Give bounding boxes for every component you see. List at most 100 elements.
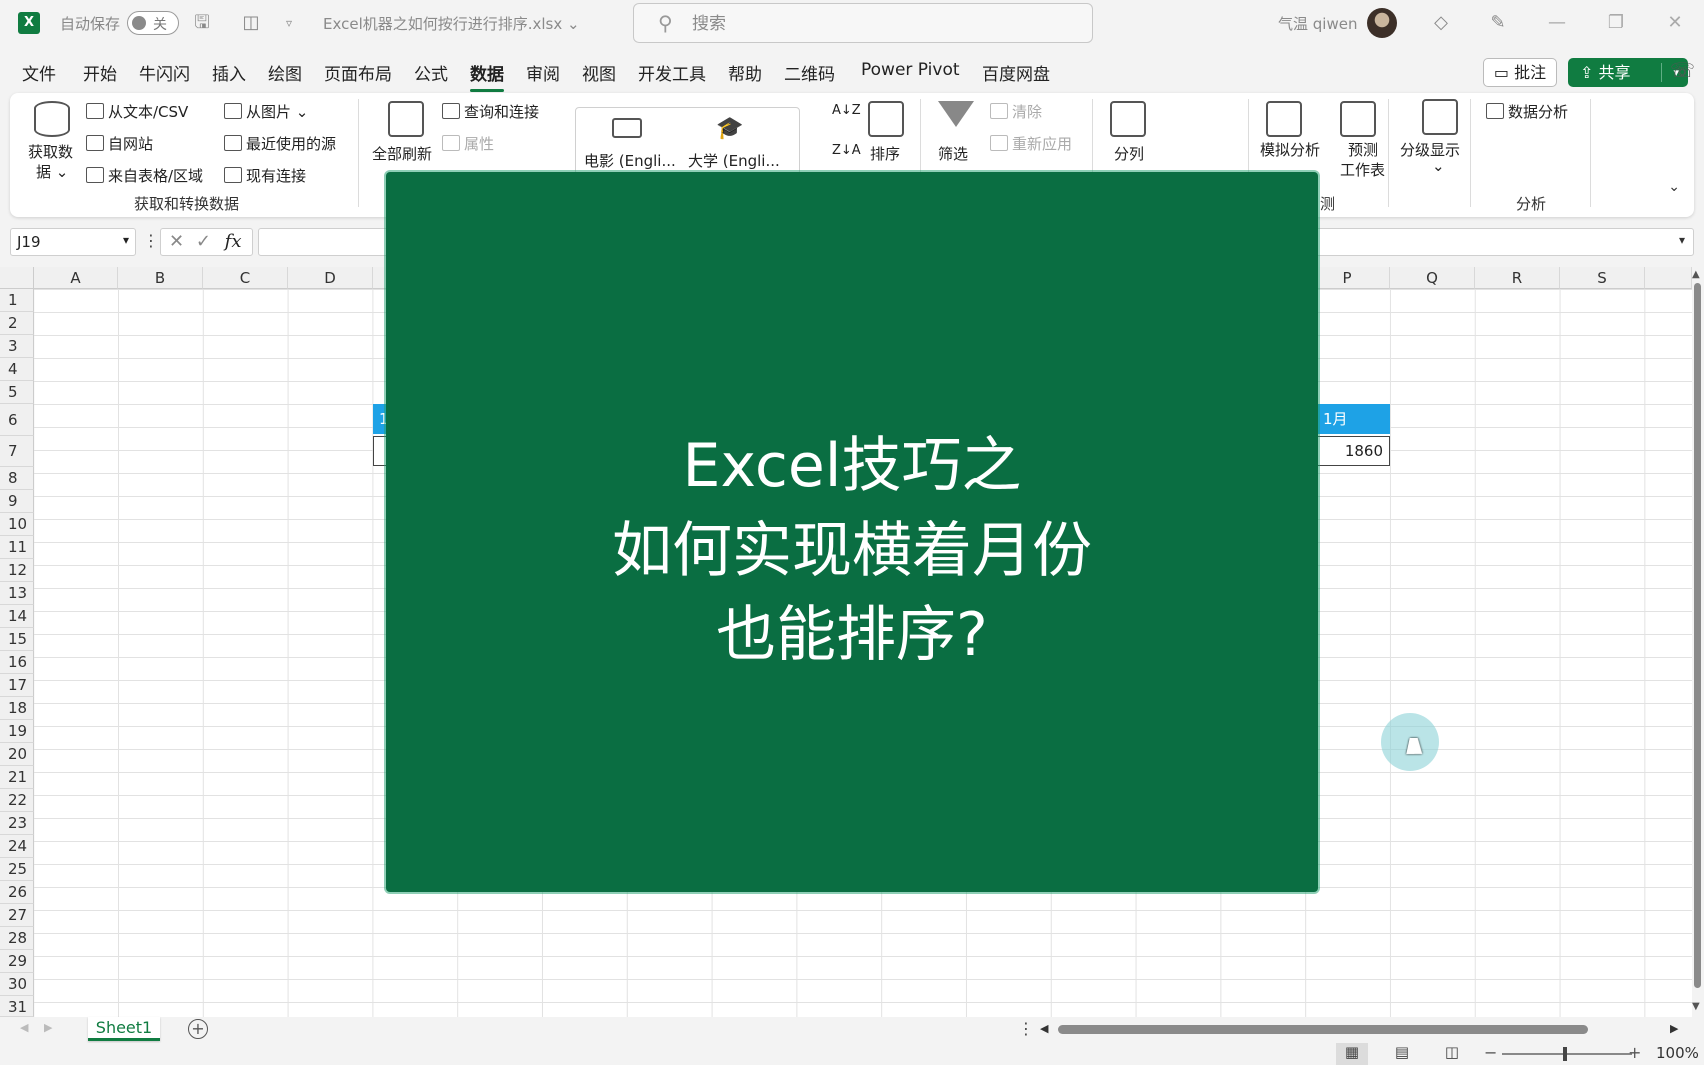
column-header[interactable]: Q (1390, 267, 1475, 289)
row-header[interactable]: 27 (0, 904, 34, 927)
search-box[interactable]: ⚲ (633, 3, 1093, 43)
tab-view[interactable]: 视图 (582, 60, 616, 85)
get-data-button[interactable]: 获取数 (28, 141, 73, 162)
expand-formula-icon[interactable]: ▾ (1679, 233, 1685, 247)
feedback-icon[interactable]: ☏ (1670, 58, 1695, 82)
filter-button[interactable]: 筛选 (938, 143, 968, 164)
queries-connections-button[interactable]: 查询和连接 (442, 101, 539, 122)
scroll-left-icon[interactable]: ◀ (1040, 1022, 1048, 1035)
vertical-scrollbar[interactable]: ▲ ▼ (1692, 267, 1704, 1017)
ribbon-collapse-chevron-icon[interactable]: ⌄ (1668, 179, 1680, 195)
row-header[interactable]: 4 (0, 358, 34, 381)
what-if-analysis-button[interactable]: 模拟分析 (1260, 139, 1320, 160)
gallery-item-university[interactable]: 大学 (Engli... (688, 150, 780, 171)
scroll-up-icon[interactable]: ▲ (1692, 269, 1700, 280)
minimize-button[interactable]: — (1537, 8, 1577, 38)
row-header[interactable]: 25 (0, 858, 34, 881)
row-header[interactable]: 14 (0, 605, 34, 628)
scroll-down-icon[interactable]: ▼ (1692, 1001, 1700, 1012)
tab-draw[interactable]: 绘图 (268, 60, 302, 85)
zoom-out-icon[interactable]: − (1484, 1043, 1497, 1062)
row-header[interactable]: 6 (0, 404, 34, 436)
row-header[interactable]: 9 (0, 490, 34, 513)
pen-icon[interactable]: ✎ (1485, 10, 1511, 36)
from-text-csv-button[interactable]: 从文本/CSV (86, 101, 188, 122)
horizontal-scroll-thumb[interactable] (1058, 1025, 1588, 1034)
row-header[interactable]: 12 (0, 559, 34, 582)
row-header[interactable]: 2 (0, 312, 34, 335)
row-header[interactable]: 24 (0, 835, 34, 858)
forecast-sheet-label-2[interactable]: 工作表 (1340, 159, 1385, 180)
page-layout-view-icon[interactable]: ▤ (1386, 1043, 1418, 1065)
row-header[interactable]: 26 (0, 881, 34, 904)
data-analysis-button[interactable]: 数据分析 (1486, 101, 1568, 122)
row-header[interactable]: 8 (0, 467, 34, 490)
sort-ascending-icon[interactable]: A↓Z (832, 103, 861, 118)
from-web-button[interactable]: 自网站 (86, 133, 153, 154)
sheet-prev-icon[interactable]: ◀ (20, 1021, 28, 1034)
page-break-view-icon[interactable]: ◫ (1436, 1043, 1468, 1065)
tab-insert[interactable]: 插入 (212, 60, 246, 85)
data-types-gallery[interactable]: 电影 (Engli... 大学 (Engli... 🎓 (575, 107, 800, 175)
tab-formulas[interactable]: 公式 (414, 60, 448, 85)
row-header[interactable]: 22 (0, 789, 34, 812)
row-header[interactable]: 13 (0, 582, 34, 605)
tab-qrcode[interactable]: 二维码 (784, 60, 835, 85)
from-table-button[interactable]: 来自表格/区域 (86, 165, 203, 186)
column-header[interactable]: S (1560, 267, 1645, 289)
table-header-cell[interactable]: 1月 (1317, 404, 1390, 434)
comment-button[interactable]: ▭ 批注 (1483, 58, 1557, 87)
zoom-in-icon[interactable]: + (1628, 1043, 1641, 1062)
row-header[interactable]: 7 (0, 436, 34, 467)
gallery-item-movie[interactable]: 电影 (Engli... (584, 150, 676, 171)
insert-function-icon[interactable]: fx (225, 231, 242, 252)
user-name[interactable]: 气温 qiwen (1278, 13, 1357, 34)
row-header[interactable]: 31 (0, 996, 34, 1017)
row-header[interactable]: 5 (0, 381, 34, 404)
column-header[interactable]: R (1475, 267, 1560, 289)
save-icon[interactable]: 🖫 (189, 10, 215, 36)
row-header[interactable]: 10 (0, 513, 34, 536)
tab-file[interactable]: 文件 (22, 60, 56, 85)
from-picture-button[interactable]: 从图片 ⌄ (224, 101, 308, 122)
get-data-label-2[interactable]: 据 ⌄ (36, 161, 68, 182)
column-header[interactable] (1645, 267, 1692, 289)
close-button[interactable]: ✕ (1655, 8, 1695, 38)
outline-button[interactable]: 分级显示 (1400, 139, 1460, 160)
search-input[interactable] (692, 12, 1072, 36)
row-header[interactable]: 18 (0, 697, 34, 720)
text-to-columns-button[interactable]: 分列 (1114, 143, 1144, 164)
row-header[interactable]: 29 (0, 950, 34, 973)
add-sheet-button[interactable]: + (188, 1019, 208, 1039)
tab-page-layout[interactable]: 页面布局 (324, 60, 392, 85)
refresh-all-button[interactable]: 全部刷新 (372, 143, 432, 164)
row-header[interactable]: 19 (0, 720, 34, 743)
row-header[interactable]: 11 (0, 536, 34, 559)
tab-developer[interactable]: 开发工具 (638, 60, 706, 85)
row-header[interactable]: 17 (0, 674, 34, 697)
outline-chevron-icon[interactable]: ⌄ (1432, 157, 1445, 175)
tab-review[interactable]: 审阅 (526, 60, 560, 85)
zoom-level[interactable]: 100% (1656, 1044, 1699, 1062)
autosave-toggle[interactable]: 关 (127, 11, 179, 35)
row-header[interactable]: 21 (0, 766, 34, 789)
row-header[interactable]: 23 (0, 812, 34, 835)
existing-connections-button[interactable]: 现有连接 (224, 165, 306, 186)
name-box[interactable]: J19 ▾ (10, 228, 136, 256)
vertical-scroll-thumb[interactable] (1694, 283, 1701, 988)
normal-view-icon[interactable]: ▦ (1336, 1043, 1368, 1065)
tab-help[interactable]: 帮助 (728, 60, 762, 85)
customize-toolbar-icon[interactable]: ▿ (276, 10, 302, 36)
sheet-tab[interactable]: Sheet1 (88, 1017, 160, 1041)
column-header[interactable]: C (203, 267, 288, 289)
sheet-next-icon[interactable]: ▶ (44, 1021, 52, 1034)
cancel-icon[interactable]: ✕ (169, 231, 184, 252)
recent-sources-button[interactable]: 最近使用的源 (224, 133, 336, 154)
camera-icon[interactable]: ◫ (238, 10, 264, 36)
sort-descending-icon[interactable]: Z↓A (832, 143, 861, 158)
diamond-icon[interactable]: ◇ (1428, 10, 1454, 36)
row-header[interactable]: 30 (0, 973, 34, 996)
select-all-corner[interactable] (0, 267, 34, 289)
sort-button[interactable]: 排序 (870, 143, 900, 164)
more-dots-icon[interactable]: ⋮ (1018, 1019, 1034, 1038)
